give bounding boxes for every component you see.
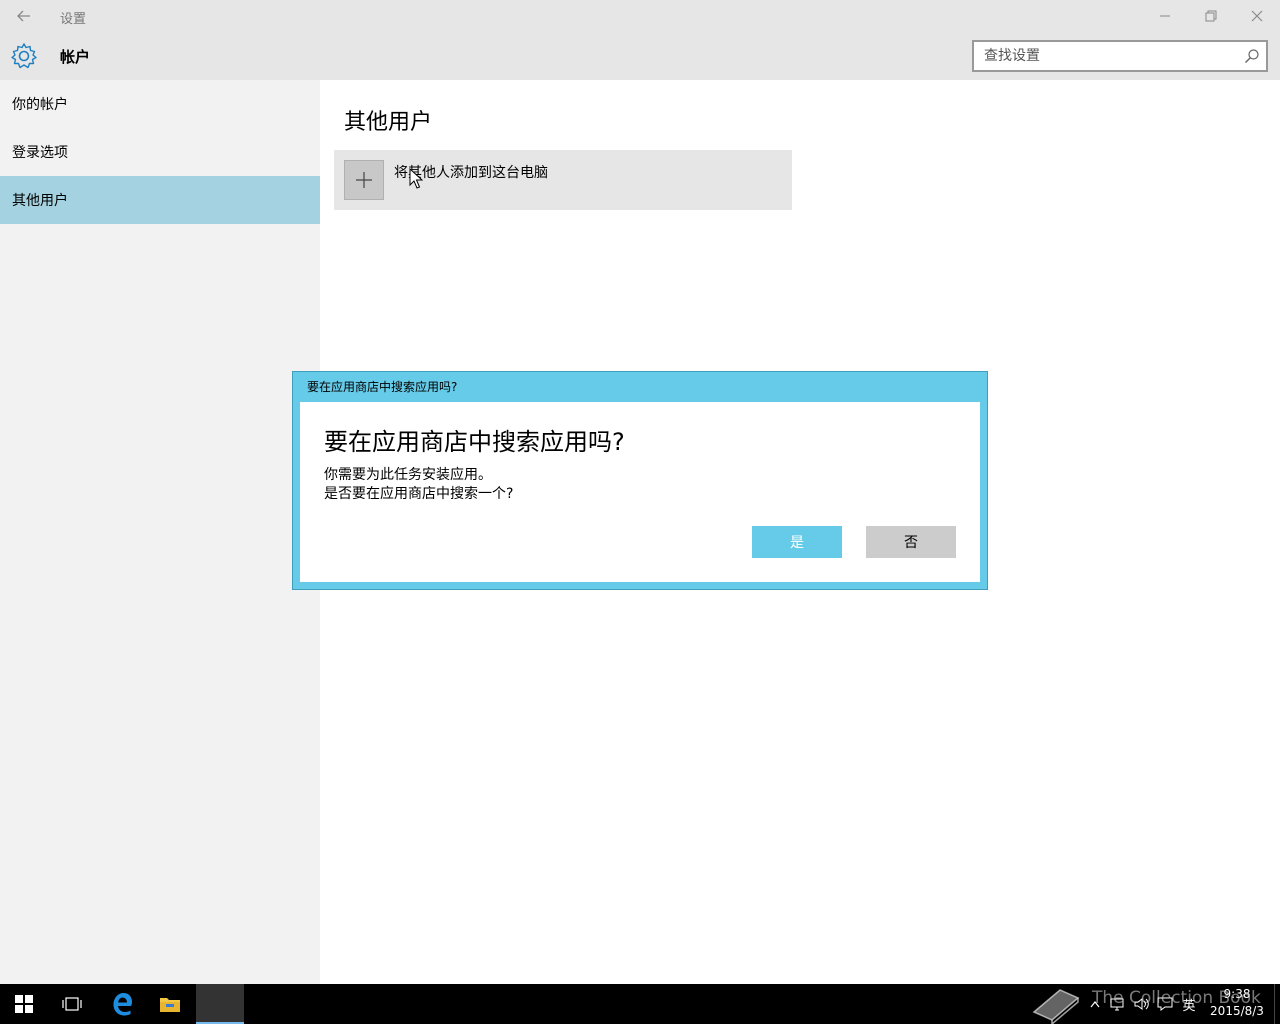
plus-icon [344,160,384,200]
dialog-message-line1: 你需要为此任务安装应用。 [324,467,492,483]
chevron-up-icon[interactable] [1086,984,1104,1024]
close-icon[interactable] [1234,0,1280,32]
ime-indicator[interactable]: 英 [1178,984,1200,1024]
clock[interactable]: 9:38 2015/8/3 [1206,986,1268,1020]
active-app[interactable] [196,984,244,1024]
store-search-dialog: 要在应用商店中搜索应用吗? 要在应用商店中搜索应用吗? 你需要为此任务安装应用。… [292,371,988,590]
window-title: 设置 [60,12,87,27]
search-icon[interactable] [1244,48,1260,64]
mouse-cursor-icon [409,167,424,190]
notification-icon[interactable] [1154,984,1176,1024]
dialog-message-line2: 是否要在应用商店中搜索一个? [324,486,514,502]
section-title: 帐户 [60,48,91,66]
page-header: 帐户 [0,32,1280,80]
dialog-body: 要在应用商店中搜索应用吗? 你需要为此任务安装应用。 是否要在应用商店中搜索一个… [300,402,980,582]
volume-icon[interactable] [1130,984,1152,1024]
clock-time: 9:38 [1223,987,1251,1001]
sidebar-item-other-users[interactable]: 其他用户 [0,176,320,224]
taskbar: 英 9:38 2015/8/3 [0,984,1280,1024]
network-icon[interactable] [1106,984,1128,1024]
windows-start-icon[interactable] [0,984,48,1024]
sidebar-item-your-account[interactable]: 你的帐户 [0,80,320,128]
restore-icon[interactable] [1188,0,1234,32]
page-title: 其他用户 [344,110,433,135]
gear-icon [10,42,38,70]
title-bar: 设置 [0,0,1280,32]
file-explorer-icon[interactable] [146,984,194,1024]
search-box[interactable] [972,40,1268,72]
yes-button[interactable]: 是 [752,526,842,558]
sidebar-item-label: 你的帐户 [12,97,68,113]
sidebar: 你的帐户 登录选项 其他用户 [0,80,320,984]
back-arrow-icon[interactable] [8,0,40,32]
dialog-heading: 要在应用商店中搜索应用吗? [324,428,625,456]
sidebar-item-label: 登录选项 [12,145,68,161]
minimize-icon[interactable] [1142,0,1188,32]
clock-date: 2015/8/3 [1210,1004,1264,1018]
show-desktop-button[interactable] [1274,984,1280,1024]
sidebar-item-label: 其他用户 [12,193,68,209]
task-view-icon[interactable] [48,984,96,1024]
search-input[interactable] [974,42,1224,70]
sidebar-item-sign-in-options[interactable]: 登录选项 [0,128,320,176]
dialog-window-title: 要在应用商店中搜索应用吗? [307,380,458,394]
add-user-button[interactable]: 将其他人添加到这台电脑 [334,150,792,210]
no-button[interactable]: 否 [866,526,956,558]
edge-icon[interactable] [98,984,146,1024]
